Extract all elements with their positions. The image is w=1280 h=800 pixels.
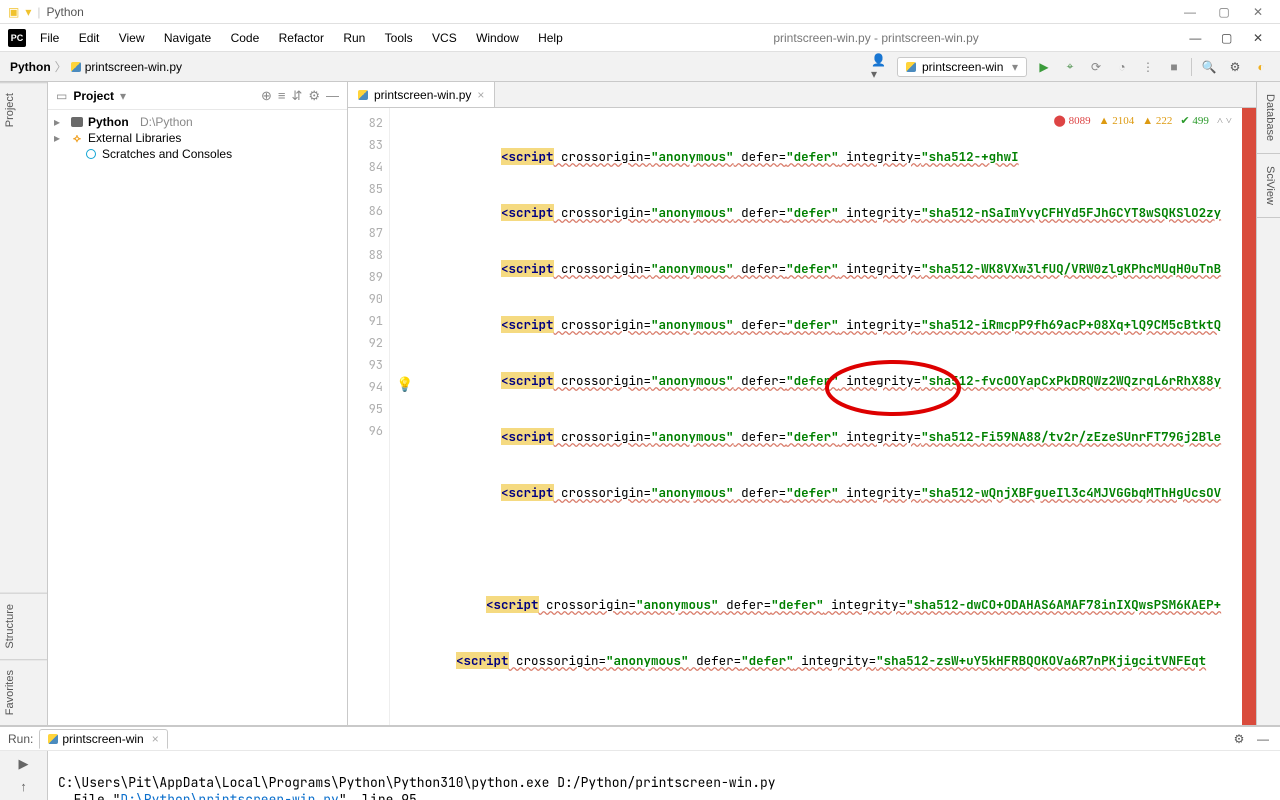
rerun-failed-button[interactable]: ↑ xyxy=(15,777,33,795)
attach-button[interactable]: ⋮ xyxy=(1139,58,1157,76)
rerun-button[interactable]: ▶ xyxy=(15,755,33,773)
breadcrumb: Python 〉 printscreen-win.py xyxy=(10,58,182,75)
menu-vcs[interactable]: VCS xyxy=(424,27,465,49)
explorer-min-button[interactable]: — xyxy=(1176,5,1204,19)
python-file-icon xyxy=(358,90,368,100)
search-everywhere-button[interactable]: 🔍 xyxy=(1200,58,1218,76)
editor-tabs: printscreen-win.py × xyxy=(348,82,1256,108)
project-toolwindow: ▭ Project ▾ ⊕ ≡ ⇵ ⚙ — ▸ Python D:\Python… xyxy=(48,82,348,725)
explorer-title: Python xyxy=(47,5,84,19)
run-config-selector[interactable]: printscreen-win ▾ xyxy=(897,57,1027,77)
menu-view[interactable]: View xyxy=(111,27,153,49)
menu-navigate[interactable]: Navigate xyxy=(156,27,219,49)
menu-run[interactable]: Run xyxy=(335,27,373,49)
left-sidebar: Project Structure Favorites xyxy=(0,82,48,725)
chevron-down-icon: ▾ xyxy=(1012,60,1018,74)
explorer-titlebar: ▣ ▾ | Python — ▢ ✕ xyxy=(0,0,1280,24)
main-area: Project Structure Favorites ▭ Project ▾ … xyxy=(0,82,1280,726)
editor-tab[interactable]: printscreen-win.py × xyxy=(348,82,495,107)
folder-icon xyxy=(71,117,83,127)
project-tree[interactable]: ▸ Python D:\Python ▸ ⟡ External Librarie… xyxy=(48,110,347,166)
sidebar-tab-structure[interactable]: Structure xyxy=(0,593,47,659)
menu-file[interactable]: File xyxy=(32,27,67,49)
run-toolwindow-header: Run: printscreen-win× ⚙ — xyxy=(0,727,1280,751)
editor-area: printscreen-win.py × 8283848586878889909… xyxy=(348,82,1256,725)
run-toolwindow: Run: printscreen-win× ⚙ — ▶ ↑ ■ ↓ ≡ 🖶 🗑 … xyxy=(0,726,1280,800)
menu-edit[interactable]: Edit xyxy=(71,27,108,49)
ide-titlebar: PC File Edit View Navigate Code Refactor… xyxy=(0,24,1280,52)
settings-button[interactable]: ⚙ xyxy=(1226,58,1244,76)
right-sidebar: Database SciView xyxy=(1256,82,1280,725)
folder-icon: ▣ xyxy=(8,5,19,19)
ide-max-button[interactable]: ▢ xyxy=(1213,31,1241,45)
tree-row-root: ▸ Python D:\Python xyxy=(54,114,341,130)
main-menu: File Edit View Navigate Code Refactor Ru… xyxy=(32,31,571,45)
menu-help[interactable]: Help xyxy=(530,27,571,49)
profile-button[interactable]: ◔ xyxy=(1113,58,1131,76)
pycharm-logo-icon: PC xyxy=(8,29,26,47)
ide-window-controls: — ▢ ✕ xyxy=(1181,31,1272,45)
gear-icon[interactable]: ⚙ xyxy=(308,88,320,104)
stop-button[interactable]: ■ xyxy=(1165,58,1183,76)
folder-icon: ▾ xyxy=(25,5,31,19)
user-icon[interactable]: 👤▾ xyxy=(871,58,889,76)
sidebar-tab-database[interactable]: Database xyxy=(1257,82,1280,154)
run-config-name: printscreen-win xyxy=(922,60,1003,74)
ide-min-button[interactable]: — xyxy=(1181,31,1209,45)
scratches-icon xyxy=(86,149,96,159)
explorer-max-button[interactable]: ▢ xyxy=(1210,5,1238,19)
debug-button[interactable]: ⌖ xyxy=(1061,58,1079,76)
collapse-all-icon[interactable]: ⇵ xyxy=(291,88,302,104)
breadcrumb-root[interactable]: Python xyxy=(10,60,51,74)
coverage-button[interactable]: ⟳ xyxy=(1087,58,1105,76)
navigation-toolbar: Python 〉 printscreen-win.py 👤▾ printscre… xyxy=(0,52,1280,82)
editor-tab-label: printscreen-win.py xyxy=(374,88,471,102)
sidebar-tab-favorites[interactable]: Favorites xyxy=(0,659,47,725)
tree-row-scratches: Scratches and Consoles xyxy=(54,146,341,162)
close-tab-icon[interactable]: × xyxy=(477,88,484,102)
tree-row-external-libraries: ▸ ⟡ External Libraries xyxy=(54,130,341,146)
run-toolbar: ▶ ↑ ■ ↓ ≡ 🖶 🗑 xyxy=(0,751,48,800)
line-gutter[interactable]: 828384858687888990919293949596 xyxy=(348,108,390,725)
python-icon xyxy=(906,62,916,72)
run-toolwindow-title: Run: xyxy=(8,732,33,746)
explorer-close-button[interactable]: ✕ xyxy=(1244,5,1272,19)
ide-title-path: printscreen-win.py - printscreen-win.py xyxy=(577,31,1176,45)
editor-error-stripe[interactable] xyxy=(1242,108,1256,725)
intention-bulb-icon[interactable]: 💡 xyxy=(396,376,413,394)
learn-button[interactable]: ◐ xyxy=(1252,58,1270,76)
sidebar-tab-project[interactable]: Project xyxy=(0,82,47,137)
project-toolwindow-title[interactable]: Project xyxy=(73,89,114,103)
gear-icon[interactable]: ⚙ xyxy=(1230,730,1248,748)
inspection-widget[interactable]: ⬤ 8089 ▲ 2104 ▲ 222 ✔ 499 ˄ ˅ xyxy=(1050,112,1236,129)
code-body[interactable]: <script crossorigin="anonymous" defer="d… xyxy=(390,108,1242,725)
python-file-icon xyxy=(71,62,81,72)
project-toolwindow-header: ▭ Project ▾ ⊕ ≡ ⇵ ⚙ — xyxy=(48,82,347,110)
menu-refactor[interactable]: Refactor xyxy=(271,27,332,49)
project-view-icon: ▭ xyxy=(56,89,67,103)
python-icon xyxy=(48,734,58,744)
menu-window[interactable]: Window xyxy=(468,27,527,49)
sidebar-tab-sciview[interactable]: SciView xyxy=(1257,154,1280,218)
menu-code[interactable]: Code xyxy=(223,27,268,49)
code-editor[interactable]: 828384858687888990919293949596 <script c… xyxy=(348,108,1256,725)
run-tab[interactable]: printscreen-win× xyxy=(39,729,167,749)
ide-close-button[interactable]: ✕ xyxy=(1244,31,1272,45)
library-icon: ⟡ xyxy=(70,131,84,145)
hide-toolwindow-icon[interactable]: — xyxy=(326,88,339,103)
menu-tools[interactable]: Tools xyxy=(377,27,421,49)
hide-toolwindow-icon[interactable]: — xyxy=(1254,730,1272,748)
run-button[interactable]: ▶ xyxy=(1035,58,1053,76)
expand-all-icon[interactable]: ≡ xyxy=(278,88,286,103)
breadcrumb-file[interactable]: printscreen-win.py xyxy=(85,60,182,74)
run-console-output[interactable]: C:\Users\Pit\AppData\Local\Programs\Pyth… xyxy=(48,751,1280,800)
scroll-from-source-icon[interactable]: ⊕ xyxy=(261,88,272,104)
